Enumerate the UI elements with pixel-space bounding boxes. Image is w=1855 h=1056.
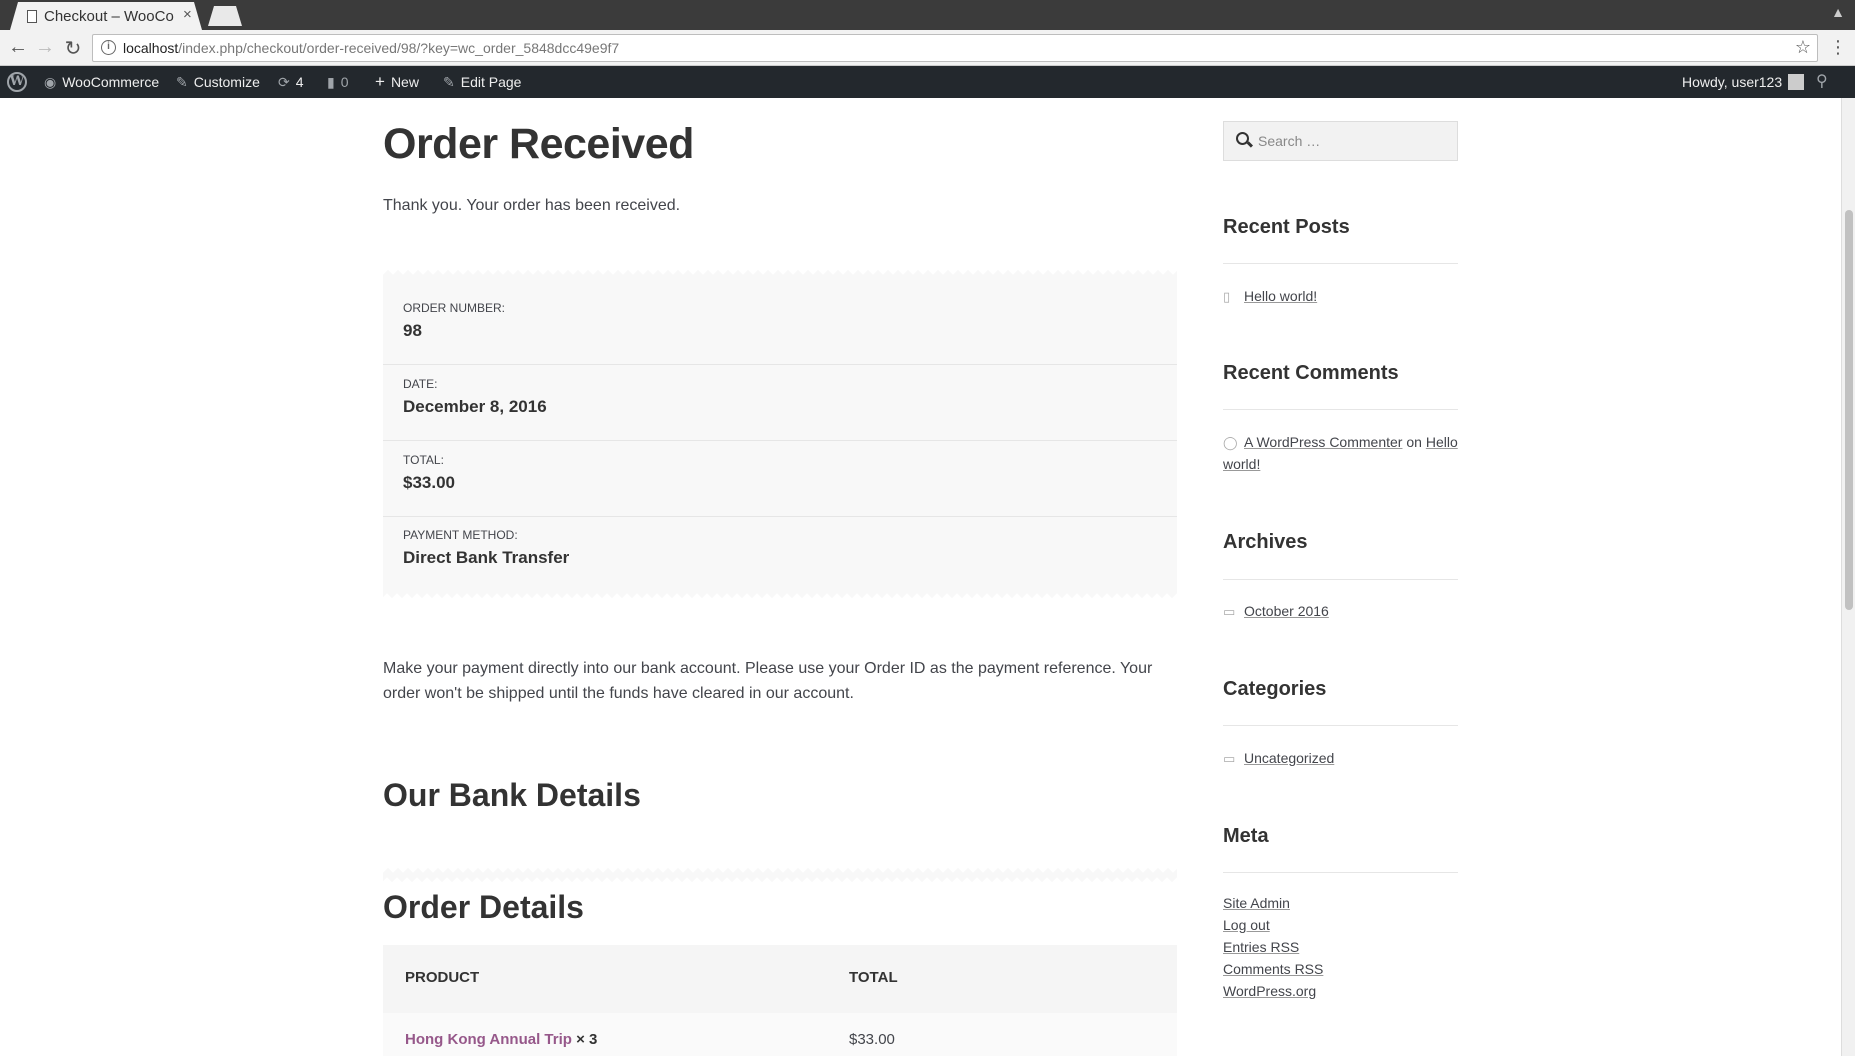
url-input[interactable]: i localhost/index.php/checkout/order-rec… — [92, 34, 1818, 62]
search-input[interactable] — [1258, 130, 1448, 152]
comment-icon: ◯ — [1223, 435, 1238, 450]
page-content: Order Received Thank you. Your order has… — [0, 98, 1855, 1056]
comment-author-link[interactable]: A WordPress Commenter — [1244, 434, 1402, 450]
table-header: PRODUCT TOTAL — [383, 945, 1177, 1013]
bacs-instructions: Make your payment directly into our bank… — [383, 660, 1153, 702]
page-title: Order Received — [383, 120, 694, 168]
zigzag-divider — [383, 868, 1177, 882]
list-item-continued: world! — [1223, 456, 1260, 472]
total-cell: $33.00 — [849, 1031, 895, 1048]
document-icon — [27, 10, 37, 23]
zigzag-divider — [383, 269, 1177, 277]
tab-close-icon[interactable]: × — [183, 6, 192, 23]
payment-method-row: PAYMENT METHOD: Direct Bank Transfer — [403, 528, 570, 567]
divider — [1223, 409, 1458, 410]
order-total-row: TOTAL: $33.00 — [383, 441, 1177, 517]
divider — [1223, 872, 1458, 873]
recent-posts-title: Recent Posts — [1223, 216, 1350, 238]
folder-icon: ▭ — [1223, 604, 1236, 619]
product-cell: Hong Kong Annual Trip × 3 — [405, 1031, 597, 1048]
document-icon: ▯ — [1223, 289, 1231, 304]
order-details-table: PRODUCT TOTAL Hong Kong Annual Trip × 3 … — [383, 945, 1177, 1056]
address-bar: ← → ↻ i localhost/index.php/checkout/ord… — [0, 30, 1855, 66]
meta-link-entries-rss[interactable]: Entries RSS — [1223, 939, 1299, 955]
zigzag-divider — [383, 591, 1177, 599]
wp-admin-bar: W ◉ WooCommerce ✎ Customize ⟳ 4 ▮ 0 + New ✎ Ed… — [0, 66, 1855, 98]
avatar — [1788, 74, 1805, 91]
bank-details-title: Our Bank Details — [383, 777, 641, 813]
column-header-total: TOTAL — [849, 969, 898, 986]
page-scrollbar[interactable] — [1841, 98, 1855, 1056]
meta-link-comments-rss[interactable]: Comments RSS — [1223, 961, 1323, 977]
divider — [1223, 579, 1458, 580]
product-link[interactable]: Hong Kong Annual Trip — [405, 1031, 572, 1048]
url-text: localhost/index.php/checkout/order-recei… — [123, 40, 620, 56]
product-quantity: × 3 — [571, 1031, 598, 1048]
order-details-title: Order Details — [383, 889, 584, 925]
archive-link[interactable]: October 2016 — [1244, 603, 1329, 619]
admin-bar-updates[interactable]: ⟳ 4 — [278, 66, 304, 98]
browser-tab-bar: Checkout – WooCo × ▲ — [0, 0, 1855, 30]
archives-title: Archives — [1223, 531, 1308, 553]
admin-bar-edit-page[interactable]: ✎ Edit Page — [443, 66, 521, 98]
plus-icon: + — [375, 72, 385, 91]
category-link[interactable]: Uncategorized — [1244, 750, 1334, 766]
order-date-row: DATE: December 8, 2016 — [383, 365, 1177, 441]
meta-link-wordpress-org[interactable]: WordPress.org — [1223, 983, 1316, 999]
admin-bar-search-icon[interactable]: ⚲ — [1816, 66, 1828, 98]
admin-bar-customize[interactable]: ✎ Customize — [176, 66, 260, 98]
list-item: ◯ A WordPress Commenter on Hello — [1223, 434, 1458, 450]
folder-icon: ▭ — [1223, 751, 1236, 766]
admin-bar-site[interactable]: ◉ WooCommerce — [44, 66, 159, 98]
info-icon[interactable]: i — [101, 40, 116, 55]
admin-bar-comments[interactable]: ▮ 0 — [327, 66, 349, 98]
list-item: ▭ Uncategorized — [1223, 750, 1334, 767]
scrollbar-thumb[interactable] — [1845, 210, 1853, 610]
order-number-row: ORDER NUMBER: 98 — [383, 289, 1177, 365]
forward-icon[interactable]: → — [33, 36, 57, 59]
updates-icon: ⟳ — [278, 74, 290, 90]
search-form — [1223, 121, 1458, 161]
comment-post-link[interactable]: Hello — [1426, 434, 1458, 450]
meta-link-site-admin[interactable]: Site Admin — [1223, 895, 1290, 911]
order-overview: ORDER NUMBER: 98 DATE: December 8, 2016 … — [383, 269, 1177, 599]
categories-title: Categories — [1223, 678, 1327, 700]
search-icon — [1236, 132, 1249, 145]
browser-tab[interactable]: Checkout – WooCo × — [10, 2, 202, 30]
tab-title: Checkout – WooCo — [44, 8, 174, 25]
wordpress-logo-icon[interactable]: W — [7, 72, 27, 92]
dashboard-icon: ◉ — [44, 74, 57, 90]
comment-post-link-continued[interactable]: world! — [1223, 456, 1260, 472]
meta-links: Site Admin Log out Entries RSS Comments … — [1223, 892, 1323, 1002]
recent-post-link[interactable]: Hello world! — [1244, 288, 1317, 304]
pencil-icon: ✎ — [443, 74, 455, 90]
column-header-product: PRODUCT — [405, 969, 480, 986]
thank-you-message: Thank you. Your order has been received. — [383, 197, 681, 214]
browser-menu-icon[interactable]: ⋮ — [1829, 37, 1847, 58]
recent-comments-title: Recent Comments — [1223, 362, 1399, 384]
new-tab-button[interactable] — [208, 6, 242, 26]
divider — [1223, 725, 1458, 726]
profile-icon[interactable]: ▲ — [1831, 4, 1845, 20]
meta-link-log-out[interactable]: Log out — [1223, 917, 1270, 933]
admin-bar-new[interactable]: + New — [375, 66, 419, 98]
list-item: ▭ October 2016 — [1223, 603, 1329, 620]
table-row: Hong Kong Annual Trip × 3 $33.00 — [383, 1013, 1177, 1056]
comment-icon: ▮ — [327, 74, 335, 90]
list-item: ▯ Hello world! — [1223, 288, 1317, 305]
reload-icon[interactable]: ↻ — [61, 36, 85, 61]
divider — [1223, 263, 1458, 264]
meta-title: Meta — [1223, 825, 1269, 847]
brush-icon: ✎ — [176, 74, 188, 90]
admin-bar-account[interactable]: Howdy, user123 — [1682, 66, 1805, 98]
back-icon[interactable]: ← — [6, 36, 30, 59]
bookmark-star-icon[interactable]: ☆ — [1795, 37, 1811, 58]
